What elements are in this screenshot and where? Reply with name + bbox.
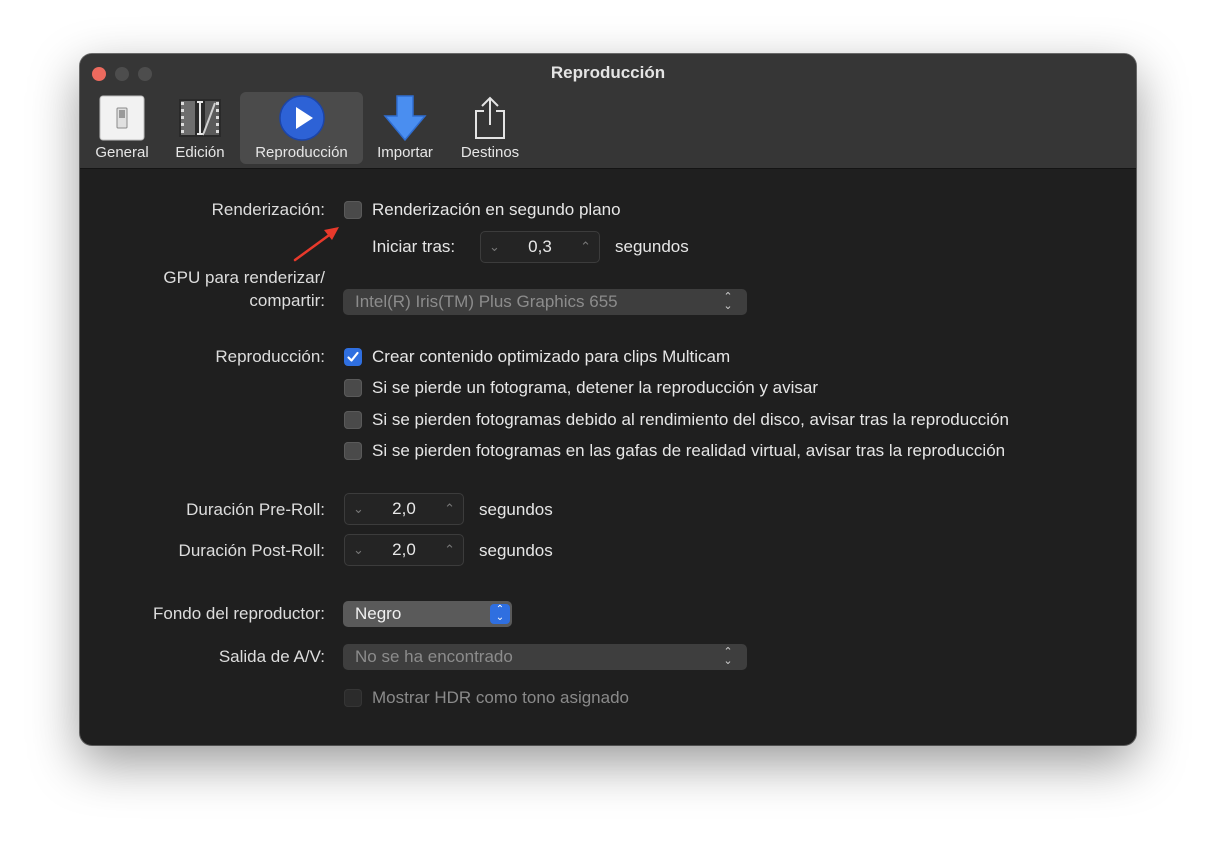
background-label: Fondo del reproductor: (153, 604, 325, 623)
toolbar-label: Destinos (460, 144, 520, 161)
av-output-popup[interactable]: No se ha encontrado ⌃ ⌄ (343, 644, 747, 670)
gpu-popup[interactable]: Intel(R) Iris(TM) Plus Graphics 655 ⌃ ⌄ (343, 289, 747, 315)
av-output-label: Salida de A/V: (218, 647, 325, 666)
start-after-unit: segundos (615, 237, 689, 256)
titlebar: Reproducción General Edición Reproducció… (80, 54, 1136, 169)
toolbar-destinos[interactable]: Destinos (454, 92, 526, 164)
toolbar-label: Reproducción (255, 144, 348, 161)
chevron-down-icon[interactable]: ⌄ (353, 542, 364, 558)
multicam-label: Crear contenido optimizado para clips Mu… (372, 347, 731, 366)
start-after-label: Iniciar tras: (372, 237, 456, 256)
toolbar-edicion[interactable]: Edición (166, 92, 234, 164)
toolbar-label: Edición (175, 144, 225, 161)
start-after-stepper[interactable]: ⌄ 0,3 ⌃ (480, 231, 600, 263)
drop-frame-stop-checkbox[interactable] (344, 379, 362, 397)
window-title: Reproducción (550, 63, 666, 82)
download-arrow-icon (379, 94, 431, 142)
gpu-label-line1: GPU para renderizar/ (163, 268, 325, 287)
chevron-up-icon[interactable]: ⌃ (444, 542, 455, 558)
disk-drop-label: Si se pierden fotogramas debido al rendi… (372, 410, 1009, 429)
stepper-value: 2,0 (392, 540, 416, 559)
toolbar-label: Importar (377, 144, 433, 161)
vr-drop-label: Si se pierden fotogramas en las gafas de… (372, 441, 1006, 460)
background-render-checkbox[interactable] (344, 201, 362, 219)
gpu-label-line2: compartir: (249, 291, 325, 310)
stepper-value: 2,0 (392, 499, 416, 518)
toolbar-importar[interactable]: Importar (370, 92, 440, 164)
background-render-label: Renderización en segundo plano (372, 200, 621, 219)
checkmark-icon (347, 351, 359, 362)
toolbar-general[interactable]: General (88, 92, 156, 164)
background-value: Negro (355, 604, 402, 623)
chevron-up-icon[interactable]: ⌃ (580, 239, 591, 255)
background-popup[interactable]: Negro ⌃ ⌄ (343, 601, 512, 627)
postroll-stepper[interactable]: ⌄ 2,0 ⌃ (344, 534, 464, 566)
chevron-down-icon[interactable]: ⌄ (489, 239, 500, 255)
chevron-up-icon[interactable]: ⌃ (444, 501, 455, 517)
film-edit-icon (174, 94, 226, 142)
stepper-value: 0,3 (528, 237, 552, 256)
preroll-stepper[interactable]: ⌄ 2,0 ⌃ (344, 493, 464, 525)
hdr-checkbox[interactable] (344, 689, 362, 707)
vr-drop-checkbox[interactable] (344, 442, 362, 460)
chevron-down-icon[interactable]: ⌄ (353, 501, 364, 517)
play-icon (276, 94, 328, 142)
postroll-unit: segundos (479, 541, 553, 560)
updown-chevron-icon: ⌃ ⌄ (723, 646, 733, 667)
share-icon (464, 94, 516, 142)
preroll-unit: segundos (479, 500, 553, 519)
switch-icon (96, 94, 148, 142)
updown-chevron-icon: ⌃ ⌄ (490, 604, 510, 624)
hdr-label: Mostrar HDR como tono asignado (372, 688, 630, 707)
av-output-value: No se ha encontrado (355, 647, 513, 666)
preroll-label: Duración Pre-Roll: (186, 500, 325, 519)
preferences-window: Reproducción General Edición Reproducció… (80, 54, 1136, 745)
multicam-checkbox[interactable] (344, 348, 362, 366)
toolbar-label: General (95, 144, 149, 161)
playback-label: Reproducción: (215, 347, 325, 366)
disk-drop-checkbox[interactable] (344, 411, 362, 429)
updown-chevron-icon: ⌃ ⌄ (723, 291, 733, 312)
render-label: Renderización: (211, 200, 325, 219)
annotation-arrow-icon (293, 227, 339, 262)
gpu-value: Intel(R) Iris(TM) Plus Graphics 655 (355, 292, 618, 311)
drop-frame-stop-label: Si se pierde un fotograma, detener la re… (372, 378, 819, 397)
postroll-label: Duración Post-Roll: (178, 541, 325, 560)
toolbar-reproduccion[interactable]: Reproducción (240, 92, 363, 164)
